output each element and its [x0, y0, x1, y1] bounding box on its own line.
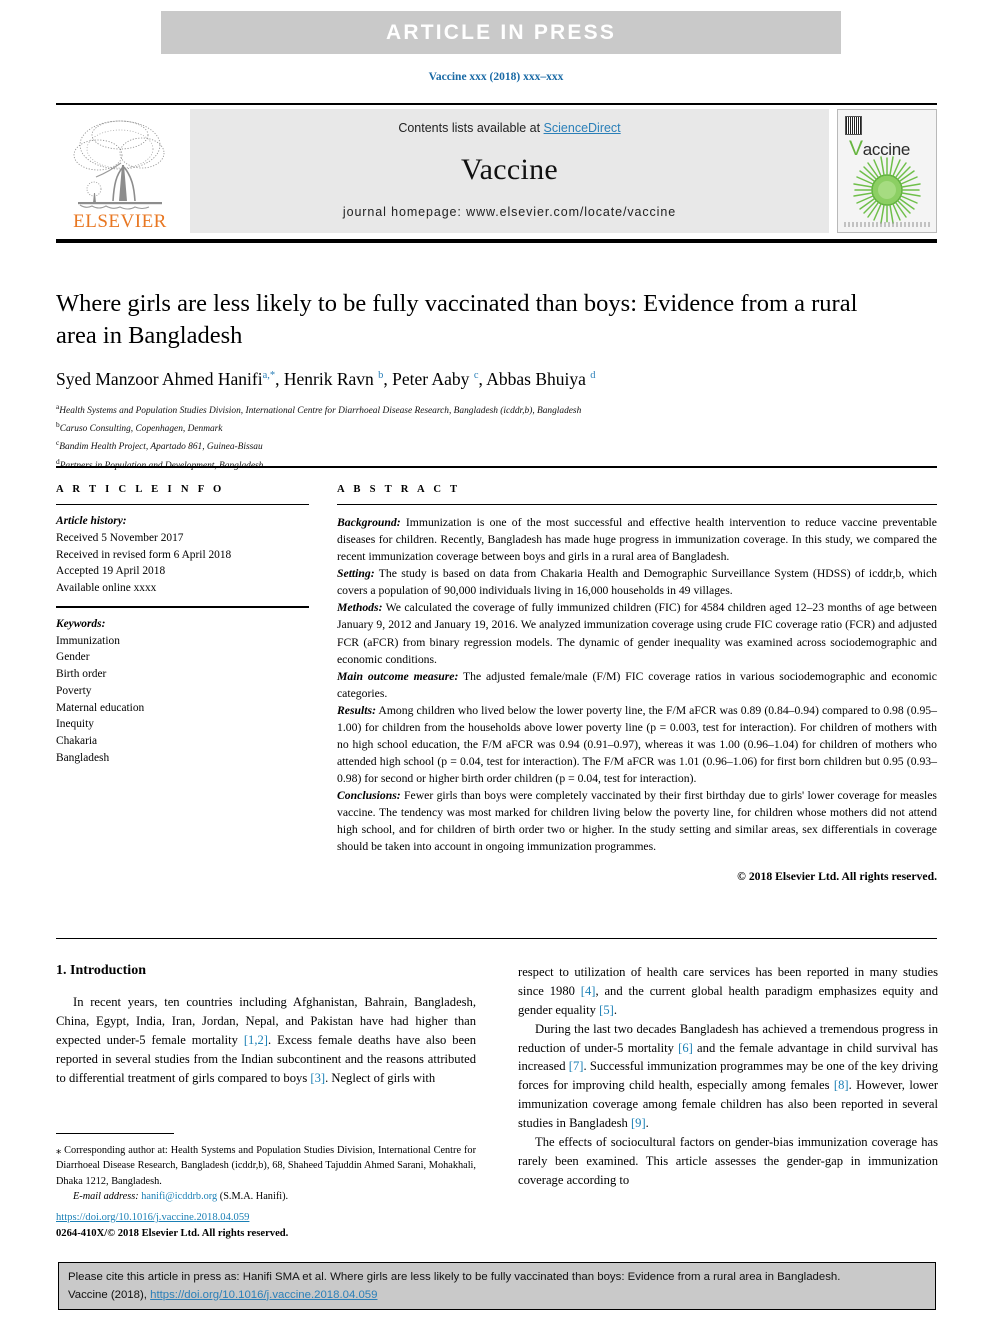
history-item: Received in revised form 6 April 2018	[56, 548, 232, 561]
abstract-section-label: Setting:	[337, 567, 375, 581]
abstract-rule	[337, 504, 937, 505]
journal-homepage-line[interactable]: journal homepage: www.elsevier.com/locat…	[343, 205, 676, 219]
doi-block: https://doi.org/10.1016/j.vaccine.2018.0…	[56, 1210, 476, 1242]
body-column-left: 1. Introduction In recent years, ten cou…	[56, 963, 476, 1087]
title-block: Where girls are less likely to be fully …	[56, 288, 896, 474]
affiliation-item: bCaruso Consulting, Copenhagen, Denmark	[56, 419, 896, 437]
journal-center-panel: Contents lists available at ScienceDirec…	[190, 109, 829, 233]
abstract-copyright: © 2018 Elsevier Ltd. All rights reserved…	[737, 869, 937, 883]
abstract-section-label: Conclusions:	[337, 789, 401, 803]
abstract-section-text: Among children who lived below the lower…	[337, 703, 937, 786]
abstract-section-text: Fewer girls than boys were completely va…	[337, 789, 937, 854]
corresponding-author-note: ⁎ Corresponding author at: Health System…	[56, 1145, 476, 1187]
abstract-column: A B S T R A C T Background: Immunization…	[337, 484, 937, 885]
history-item: Received 5 November 2017	[56, 531, 184, 544]
abstract-section-label: Methods:	[337, 601, 383, 615]
journal-cover-thumbnail: Vaccine	[837, 109, 937, 233]
abstract-section: Methods: We calculated the coverage of f…	[337, 599, 937, 667]
journal-title: Vaccine	[460, 153, 559, 186]
elsevier-wordmark: ELSEVIER	[73, 211, 167, 233]
author-list: Syed Manzoor Ahmed Hanifia,*, Henrik Rav…	[56, 368, 596, 389]
keyword-item: Maternal education	[56, 701, 145, 714]
affiliation-text: Health Systems and Population Studies Di…	[59, 405, 582, 416]
keyword-item: Immunization	[56, 634, 120, 647]
email-link[interactable]: hanifi@icddrb.org	[141, 1191, 217, 1202]
abstract-section-label: Background:	[337, 516, 401, 529]
abstract-section-text: Immunization is one of the most successf…	[337, 516, 937, 564]
affiliation-text: Bandim Health Project, Apartado 861, Gui…	[59, 442, 263, 453]
abstract-section: Conclusions: Fewer girls than boys were …	[337, 787, 937, 855]
citation-box: Please cite this article in press as: Ha…	[58, 1262, 936, 1310]
affiliation-item: aHealth Systems and Population Studies D…	[56, 401, 896, 419]
body-paragraph: In recent years, ten countries including…	[56, 995, 476, 1085]
history-item: Accepted 19 April 2018	[56, 565, 166, 578]
journal-masthead: ELSEVIER Contents lists available at Sci…	[56, 103, 937, 243]
citation-line-2: Vaccine (2018), https://doi.org/10.1016/…	[68, 1287, 926, 1305]
affiliation-text: Caruso Consulting, Copenhagen, Denmark	[59, 424, 223, 435]
virus-illustration-icon	[853, 156, 921, 224]
citation-line-1: Please cite this article in press as: Ha…	[68, 1271, 841, 1283]
article-info-column: A R T I C L E I N F O Article history: R…	[56, 484, 309, 767]
keyword-item: Chakaria	[56, 735, 98, 748]
article-info-heading: A R T I C L E I N F O	[56, 484, 225, 495]
abstract-section-text: We calculated the coverage of fully immu…	[337, 601, 937, 666]
keyword-item: Bangladesh	[56, 751, 110, 764]
article-in-press-label: ARTICLE IN PRESS	[385, 20, 617, 44]
article-in-press-banner: ARTICLE IN PRESS	[161, 11, 841, 54]
affiliation-list: aHealth Systems and Population Studies D…	[56, 401, 896, 474]
abstract-section: Setting: The study is based on data from…	[337, 565, 937, 599]
barcode-icon	[845, 116, 862, 135]
footnote-block: ⁎ Corresponding author at: Health System…	[56, 1143, 476, 1205]
journal-reference-line: Vaccine xxx (2018) xxx–xxx	[428, 71, 564, 83]
keyword-item: Gender	[56, 651, 90, 664]
body-paragraph: During the last two decades Bangladesh h…	[518, 1021, 939, 1131]
contents-available-line: Contents lists available at ScienceDirec…	[398, 121, 620, 135]
abstract-section-label: Results:	[337, 703, 376, 717]
abstract-section: Background: Immunization is one of the m…	[337, 514, 937, 565]
email-suffix: (S.M.A. Hanifi).	[217, 1191, 289, 1203]
abstract-body: Background: Immunization is one of the m…	[337, 514, 937, 885]
cover-footer-text	[844, 222, 930, 227]
footnote-rule	[56, 1133, 174, 1134]
body-paragraph: respect to utilization of health care se…	[518, 965, 938, 1017]
page-title: Where girls are less likely to be fully …	[56, 290, 858, 350]
history-item: Available online xxxx	[56, 582, 157, 595]
elsevier-tree-icon	[73, 120, 165, 210]
citation-prefix: Vaccine (2018),	[68, 1288, 151, 1301]
masthead-top-rule	[56, 103, 937, 105]
issn-copyright-line: 0264-410X/© 2018 Elsevier Ltd. All right…	[56, 1227, 289, 1239]
abstract-section: Main outcome measure: The adjusted femal…	[337, 668, 937, 702]
email-line: E-mail address: hanifi@icddrb.org (S.M.A…	[56, 1189, 476, 1204]
abstract-section-text: The study is based on data from Chakaria…	[337, 567, 937, 598]
section-heading-introduction: 1. Introduction	[56, 963, 146, 978]
doi-link[interactable]: https://doi.org/10.1016/j.vaccine.2018.0…	[56, 1212, 249, 1223]
abstract-section-label: Main outcome measure:	[337, 669, 459, 683]
keywords-label: Keywords:	[56, 617, 106, 630]
body-column-right: respect to utilization of health care se…	[518, 963, 938, 1190]
sciencedirect-link[interactable]: ScienceDirect	[544, 121, 621, 135]
article-history-label: Article history:	[56, 515, 127, 527]
contents-prefix: Contents lists available at	[398, 121, 544, 135]
masthead-bottom-rule	[56, 239, 937, 243]
abstract-heading: A B S T R A C T	[337, 484, 461, 495]
email-label: E-mail address:	[73, 1191, 139, 1203]
keyword-item: Inequity	[56, 718, 94, 731]
article-history-block: Article history: Received 5 November 201…	[56, 513, 309, 597]
affiliation-item: cBandim Health Project, Apartado 861, Gu…	[56, 437, 896, 455]
abstract-section: Results: Among children who lived below …	[337, 702, 937, 787]
article-info-rule	[56, 504, 309, 505]
affiliation-item: dPartners in Population and Development,…	[56, 456, 896, 474]
elsevier-logo: ELSEVIER	[56, 109, 184, 233]
body-paragraph: The effects of sociocultural factors on …	[518, 1135, 938, 1187]
keyword-item: Poverty	[56, 684, 92, 697]
info-section-top-rule	[56, 466, 937, 468]
keyword-item: Birth order	[56, 668, 107, 681]
keywords-block: Keywords: Immunization Gender Birth orde…	[56, 616, 309, 767]
abstract-bottom-rule	[56, 938, 937, 939]
keywords-rule	[56, 605, 309, 608]
citation-doi-link[interactable]: https://doi.org/10.1016/j.vaccine.2018.0…	[150, 1289, 377, 1301]
